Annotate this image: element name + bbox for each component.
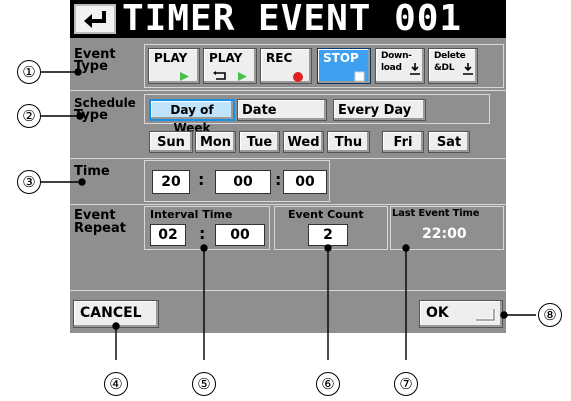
callout-1: ① <box>17 60 41 84</box>
callout-4: ④ <box>104 372 128 396</box>
callout-7: ⑦ <box>394 372 418 396</box>
callout-5: ⑤ <box>192 372 216 396</box>
callout-8: ⑧ <box>538 303 562 327</box>
callout-3: ③ <box>17 170 41 194</box>
callout-2: ② <box>17 104 41 128</box>
callout-lines <box>40 68 536 360</box>
callout-6: ⑥ <box>316 372 340 396</box>
